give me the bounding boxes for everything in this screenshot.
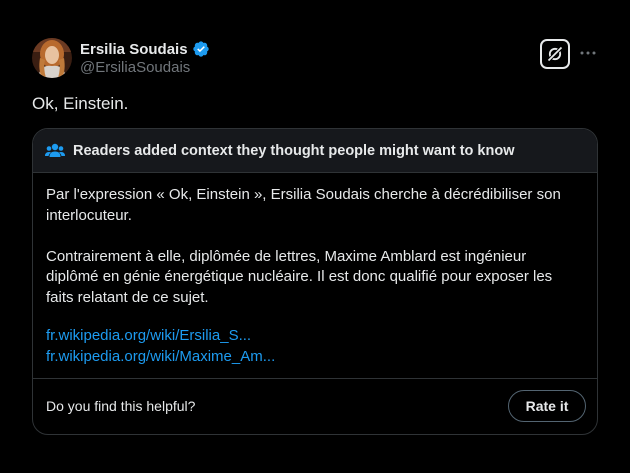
community-note-title: Readers added context they thought peopl…: [73, 143, 515, 159]
author-display-name[interactable]: Ersilia Soudais: [80, 41, 188, 58]
source-link-maxime[interactable]: fr.wikipedia.org/wiki/Maxime_Am...: [46, 346, 275, 367]
people-icon: [45, 143, 65, 157]
community-note-header[interactable]: Readers added context they thought peopl…: [33, 129, 597, 173]
community-note-footer: Do you find this helpful? Rate it: [33, 378, 597, 434]
helpful-question: Do you find this helpful?: [46, 398, 196, 414]
more-button[interactable]: [577, 41, 599, 65]
more-dots-icon: [580, 51, 596, 55]
source-link-ersilia[interactable]: fr.wikipedia.org/wiki/Ersilia_S...: [46, 325, 275, 346]
note-paragraph: Par l'expression « Ok, Einstein », Ersil…: [46, 186, 561, 224]
grok-button[interactable]: [540, 39, 570, 69]
community-note-body: Par l'expression « Ok, Einstein », Ersil…: [46, 185, 576, 308]
tweet-text: Ok, Einstein.: [32, 94, 129, 113]
rate-it-button[interactable]: Rate it: [508, 390, 586, 422]
tweet: Ersilia Soudais @ErsiliaSoudais Ok, Eins…: [0, 0, 630, 473]
avatar[interactable]: [32, 38, 72, 78]
author-name-row: Ersilia Soudais: [80, 39, 210, 59]
author-handle[interactable]: @ErsiliaSoudais: [80, 59, 190, 76]
note-source-links: fr.wikipedia.org/wiki/Ersilia_S... fr.wi…: [46, 325, 275, 367]
note-paragraph: Contrairement à elle, diplômée de lettre…: [46, 247, 553, 306]
community-note: Readers added context they thought peopl…: [32, 128, 598, 435]
grok-icon: [547, 46, 563, 62]
verified-badge-icon[interactable]: [192, 40, 210, 58]
